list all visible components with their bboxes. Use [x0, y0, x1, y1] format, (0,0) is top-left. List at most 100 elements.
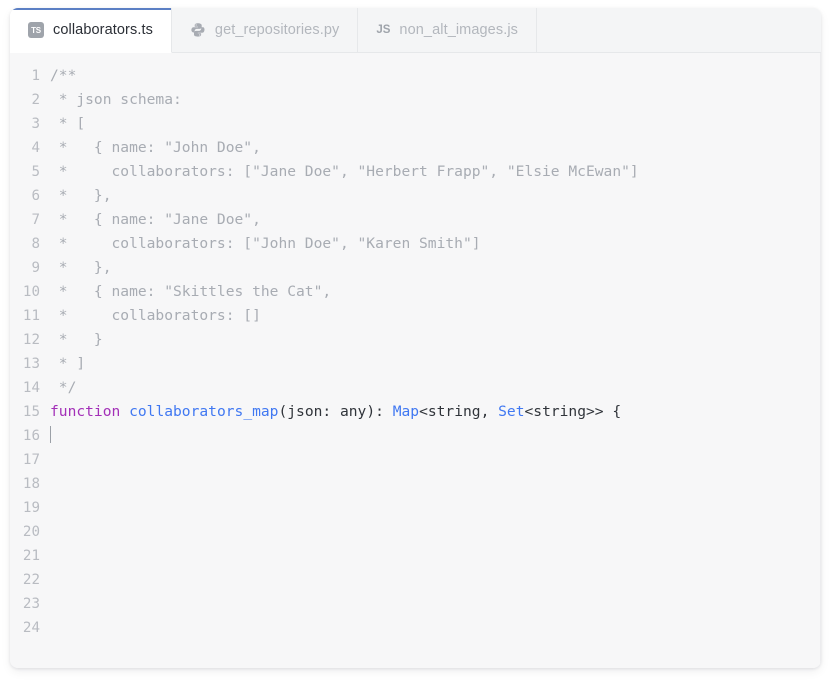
code-line-text: * },	[50, 184, 112, 208]
code-line-text: * { name: "John Doe",	[50, 136, 261, 160]
code-token-func: collaborators_map	[129, 403, 279, 420]
code-token-comment: * collaborators: ["John Doe", "Karen Smi…	[50, 235, 481, 252]
code-token-comment: * { name: "Jane Doe",	[50, 211, 261, 228]
line-number: 1	[31, 68, 40, 84]
code-lines: 1/** 2 * json schema: 3 * [4 * { name: "Jo…	[10, 64, 820, 640]
tab-list: TS collaborators.ts get_repositories.py JS n…	[10, 8, 537, 53]
code-token-comment: * { name: "John Doe",	[50, 139, 261, 156]
line-number: 18	[22, 476, 40, 492]
code-line: 14 */	[10, 376, 820, 400]
code-line: 15 function collaborators_map(json: any):…	[10, 400, 820, 424]
code-line-text: * { name: "Jane Doe",	[50, 208, 261, 232]
code-line-text: */	[50, 376, 77, 400]
line-number: 7	[31, 212, 40, 228]
code-line-text: * json schema:	[50, 88, 182, 112]
code-line: 5 * collaborators: ["Jane Doe", "Herbert…	[10, 160, 820, 184]
tab-non-alt-images-js[interactable]: JS non_alt_images.js	[358, 8, 537, 52]
line-number: 14	[22, 380, 40, 396]
line-number: 3	[31, 116, 40, 132]
line-number: 15	[22, 404, 40, 420]
code-line: 12 * }	[10, 328, 820, 352]
line-number: 16	[22, 428, 40, 444]
line-number: 21	[22, 548, 40, 564]
code-line: 10 * { name: "Skittles the Cat",	[10, 280, 820, 304]
line-number: 19	[22, 500, 40, 516]
line-number: 9	[31, 260, 40, 276]
code-token-comment: */	[50, 379, 77, 396]
code-token-type: Map	[392, 403, 420, 420]
code-line: 11 * collaborators: []	[10, 304, 820, 328]
code-token-comment: * ]	[50, 355, 86, 372]
code-line-text	[50, 424, 51, 448]
tab-label: get_repositories.py	[214, 22, 340, 38]
line-number: 8	[31, 236, 40, 252]
code-line: 9 * },	[10, 256, 820, 280]
line-number: 17	[22, 452, 40, 468]
code-line-text: * },	[50, 256, 112, 280]
tab-collaborators-ts[interactable]: TS collaborators.ts	[10, 8, 172, 53]
code-line: 2 * json schema:	[10, 88, 820, 112]
code-line: 6 * },	[10, 184, 820, 208]
code-line-text: * { name: "Skittles the Cat",	[50, 280, 331, 304]
python-icon	[191, 23, 205, 37]
code-line: 21	[10, 544, 820, 568]
line-number: 10	[22, 284, 40, 300]
code-line-text: * [	[50, 112, 85, 136]
javascript-icon: JS	[376, 24, 391, 36]
code-token-plain: <string>> {	[524, 403, 622, 420]
code-editor-content[interactable]: 1/** 2 * json schema: 3 * [4 * { name: "Jo…	[10, 53, 821, 668]
code-line-text: * collaborators: []	[50, 304, 261, 328]
code-token-type: Set	[498, 403, 525, 420]
line-number: 11	[22, 308, 40, 324]
code-token-plain: (json: any):	[278, 403, 393, 420]
line-number: 6	[31, 188, 40, 204]
line-number: 13	[22, 356, 40, 372]
tab-label: collaborators.ts	[53, 22, 153, 38]
code-token-comment: * },	[50, 259, 112, 276]
code-line-text: * ]	[50, 352, 85, 376]
text-cursor	[50, 426, 51, 443]
code-line: 4 * { name: "John Doe",	[10, 136, 820, 160]
code-line-text: * collaborators: ["John Doe", "Karen Smi…	[50, 232, 481, 256]
code-line: 19	[10, 496, 820, 520]
code-line: 1 /**	[10, 64, 820, 88]
tab-get-repositories-py[interactable]: get_repositories.py	[171, 8, 359, 52]
code-token-comment: * }	[50, 331, 103, 348]
line-number: 23	[22, 596, 40, 612]
code-line-text: function collaborators_map(json: any): M…	[50, 400, 621, 424]
line-number: 20	[22, 524, 40, 540]
code-line-text: /**	[50, 64, 76, 88]
line-number: 12	[22, 332, 40, 348]
line-number: 2	[31, 92, 40, 108]
code-editor-window: TS collaborators.ts get_repositories.py JS n…	[10, 8, 821, 668]
code-token-comment: * collaborators: []	[50, 307, 261, 324]
code-line: 22	[10, 568, 820, 592]
code-line: 17	[10, 448, 820, 472]
code-token-comment: * },	[50, 187, 112, 204]
code-token-comment: * { name: "Skittles the Cat",	[50, 283, 332, 300]
line-number: 24	[22, 620, 40, 636]
code-token-comment: /**	[50, 67, 77, 84]
code-line: 7 * { name: "Jane Doe",	[10, 208, 820, 232]
code-token-comment: * [	[50, 115, 86, 132]
code-token-comment: * collaborators: ["Jane Doe", "Herbert F…	[50, 163, 639, 180]
tab-label: non_alt_images.js	[399, 22, 518, 38]
line-number: 4	[31, 140, 40, 156]
editor-tab-bar: TS collaborators.ts get_repositories.py JS n…	[10, 8, 821, 53]
code-token-comment: * json schema:	[50, 91, 182, 108]
code-line: 16	[10, 424, 820, 448]
line-number: 5	[31, 164, 40, 180]
code-line-text: * }	[50, 328, 103, 352]
code-line: 20	[10, 520, 820, 544]
code-token-plain: <string,	[419, 403, 499, 420]
typescript-icon: TS	[28, 22, 44, 38]
code-line: 23	[10, 592, 820, 616]
code-line: 3 * [	[10, 112, 820, 136]
code-line: 18	[10, 472, 820, 496]
code-line-text: * collaborators: ["Jane Doe", "Herbert F…	[50, 160, 639, 184]
code-line: 13 * ]	[10, 352, 820, 376]
code-line: 24	[10, 616, 820, 640]
tab-bar-empty-space	[537, 8, 821, 52]
code-line: 8 * collaborators: ["John Doe", "Karen S…	[10, 232, 820, 256]
